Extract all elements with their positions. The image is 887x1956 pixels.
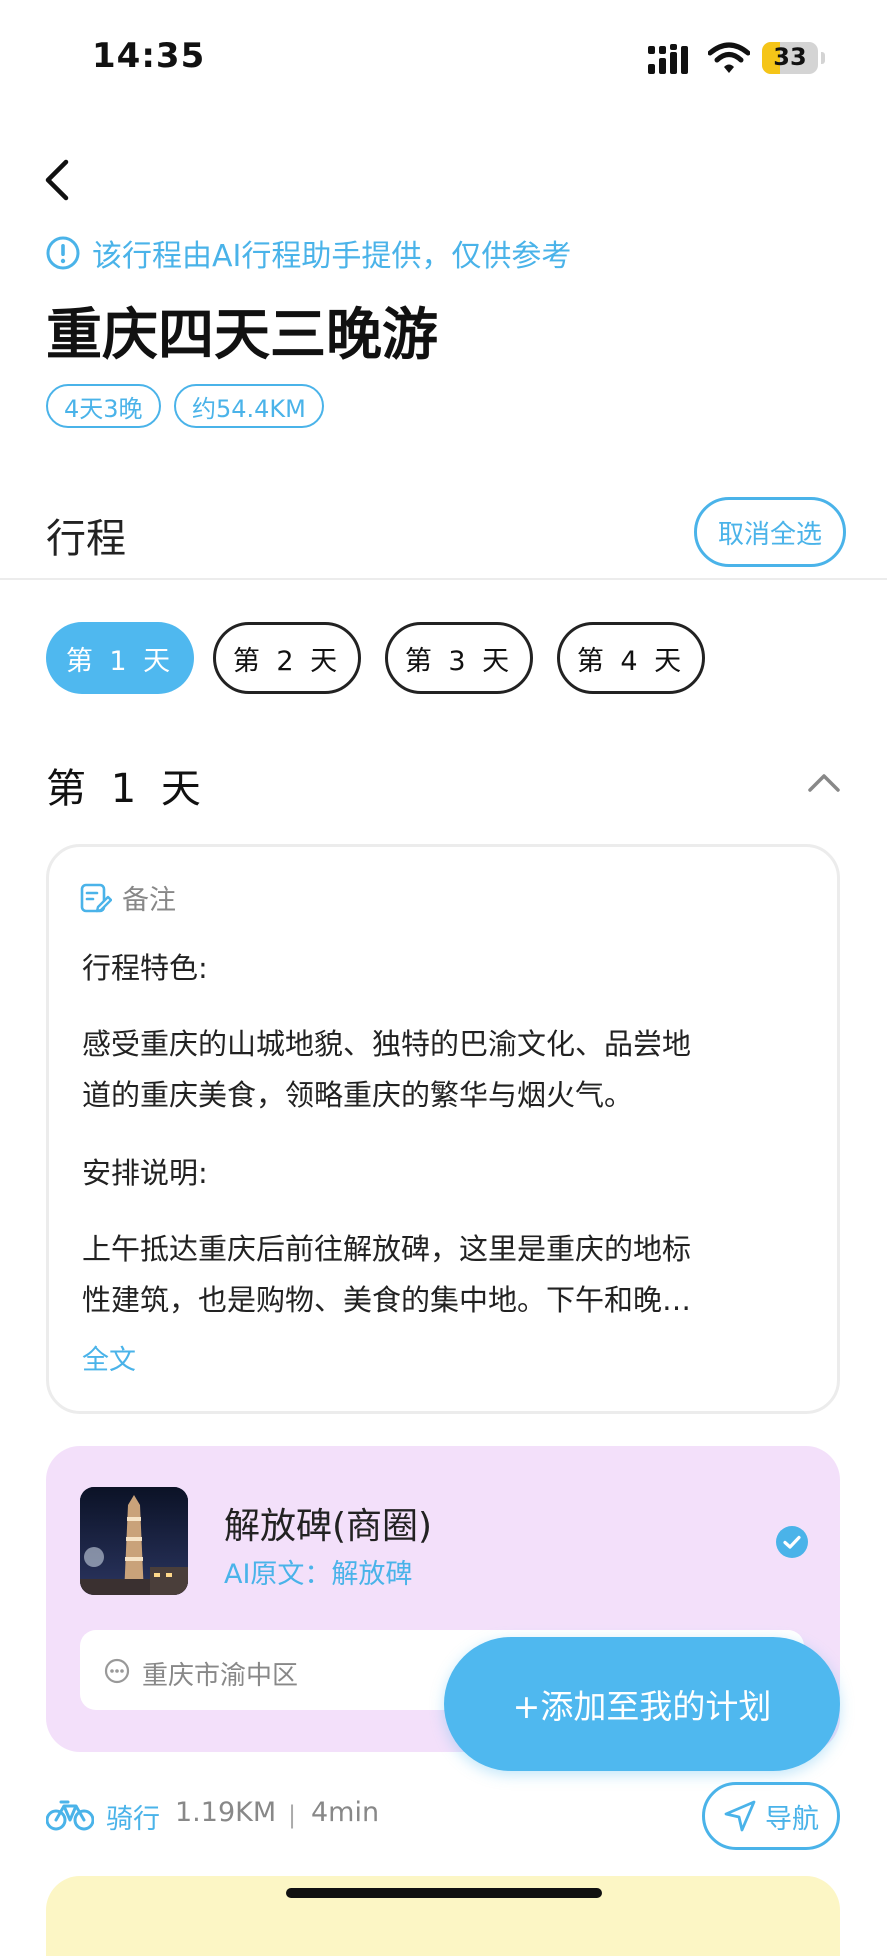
- wifi-icon: [708, 42, 750, 73]
- navigate-button[interactable]: 导航: [702, 1782, 840, 1850]
- poi-name[interactable]: 解放碑(商圈): [224, 1497, 432, 1549]
- page-title: 重庆四天三晚游: [46, 303, 438, 368]
- home-indicator[interactable]: [286, 1888, 602, 1898]
- route-mode: 骑行: [106, 1804, 160, 1835]
- duration-tag: 4天3晚: [46, 384, 161, 428]
- battery-icon: 33: [762, 42, 818, 74]
- arrangement-title: 安排说明:: [82, 1156, 208, 1190]
- checkmark-circle-icon[interactable]: [776, 1526, 808, 1558]
- tab-day-3[interactable]: 第 3 天: [385, 622, 533, 694]
- jiefangbei-monument-image: [80, 1487, 188, 1595]
- note-edit-icon: [80, 883, 112, 912]
- add-to-plan-button[interactable]: +添加至我的计划: [444, 1637, 840, 1771]
- tab-day-1[interactable]: 第 1 天: [46, 622, 194, 694]
- day-heading: 第 1 天: [46, 766, 207, 812]
- poi-thumbnail[interactable]: [80, 1487, 188, 1595]
- route-distance: 1.19KM: [175, 1797, 277, 1828]
- note-card: [46, 844, 840, 1414]
- section-divider: [0, 578, 887, 580]
- chevron-up-icon[interactable]: [806, 770, 842, 794]
- route-separator: |: [288, 1801, 297, 1829]
- route-duration: 4min: [311, 1797, 380, 1828]
- cellular-signal-icon: [648, 44, 688, 74]
- bicycle-icon: [46, 1800, 94, 1831]
- note-label: 备注: [122, 885, 176, 916]
- more-dots-circle-icon: [104, 1658, 130, 1684]
- back-arrow-icon[interactable]: [42, 158, 72, 202]
- status-time: 14:35: [92, 36, 206, 76]
- battery-tip: [821, 52, 825, 64]
- distance-tag: 约54.4KM: [174, 384, 324, 428]
- tab-day-2[interactable]: 第 2 天: [213, 622, 361, 694]
- ai-notice: 该行程由AI行程助手提供，仅供参考: [46, 233, 572, 274]
- features-title: 行程特色:: [82, 951, 208, 985]
- poi-address: 重庆市渝中区: [142, 1661, 299, 1691]
- ai-notice-text: 该行程由AI行程助手提供，仅供参考: [92, 239, 572, 274]
- full-text-link[interactable]: 全文: [82, 1338, 136, 1377]
- itinerary-section-title: 行程: [46, 516, 126, 562]
- info-icon: [46, 236, 80, 270]
- battery-percent: 33: [773, 43, 807, 71]
- poi-ai-original: AI原文：解放碑: [224, 1559, 413, 1590]
- arrangement-line-1: 上午抵达重庆后前往解放碑，这里是重庆的地标: [82, 1232, 692, 1266]
- note-header: 备注: [80, 878, 176, 917]
- cancel-select-all-button[interactable]: 取消全选: [694, 497, 846, 567]
- navigation-arrow-icon: [724, 1800, 756, 1832]
- features-line-2: 道的重庆美食，领略重庆的繁华与烟火气。: [82, 1078, 634, 1112]
- features-line-1: 感受重庆的山城地貌、独特的巴渝文化、品尝地: [82, 1027, 692, 1061]
- tab-day-4[interactable]: 第 4 天: [557, 622, 705, 694]
- navigate-label: 导航: [765, 1803, 819, 1835]
- arrangement-line-2: 性建筑，也是购物、美食的集中地。下午和晚…: [82, 1283, 692, 1317]
